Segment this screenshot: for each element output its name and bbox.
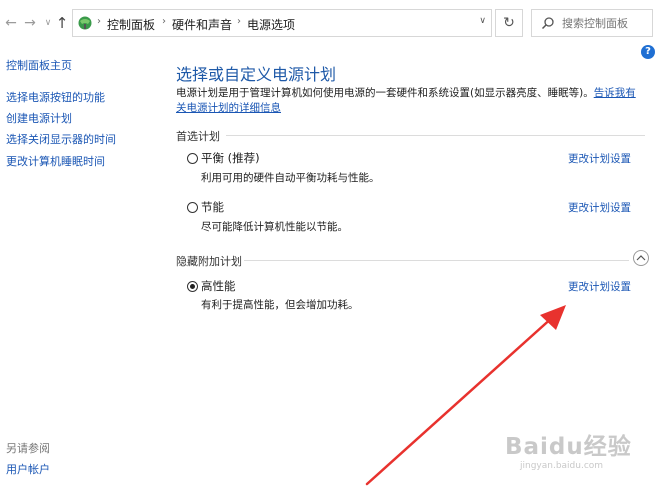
sidebar-item-sleep-time[interactable]: 更改计算机睡眠时间	[6, 153, 105, 169]
sidebar-item-control-panel-home[interactable]: 控制面板主页	[6, 57, 72, 73]
group-divider	[226, 135, 645, 136]
preferred-plans-label: 首选计划	[176, 130, 220, 143]
plan-name-balanced[interactable]: 平衡 (推荐)	[201, 150, 260, 166]
baidu-watermark: Baidu经验	[505, 434, 632, 460]
see-also-label: 另请参阅	[6, 442, 50, 455]
collapse-hidden-plans-button[interactable]	[633, 250, 649, 266]
refresh-icon: ↻	[503, 15, 515, 31]
plan-desc-high-performance: 有利于提高性能，但会增加功耗。	[201, 299, 359, 311]
address-toolbar: ← → ∨ ↑ › 控制面板 › 硬件和声音 › 电源选项 ∨ ↻	[0, 0, 657, 46]
search-box[interactable]	[531, 9, 653, 37]
back-arrow-icon[interactable]: ←	[3, 14, 19, 32]
baidu-watermark-url: jingyan.baidu.com	[520, 461, 604, 471]
change-plan-settings-power-saver[interactable]: 更改计划设置	[568, 200, 631, 215]
plan-desc-power-saver: 尽可能降低计算机性能以节能。	[201, 221, 348, 233]
plan-desc-balanced: 利用可用的硬件自动平衡功耗与性能。	[201, 172, 380, 184]
breadcrumb-hardware-sound[interactable]: 硬件和声音	[172, 16, 232, 33]
sidebar-item-display-off[interactable]: 选择关闭显示器的时间	[6, 131, 116, 147]
radio-balanced[interactable]	[187, 153, 198, 164]
hidden-plans-label: 隐藏附加计划	[176, 255, 242, 268]
group-divider	[244, 260, 629, 261]
breadcrumb-separator: ›	[97, 16, 101, 27]
refresh-button[interactable]: ↻	[495, 9, 523, 37]
plan-name-power-saver[interactable]: 节能	[201, 199, 224, 215]
breadcrumb-control-panel[interactable]: 控制面板	[107, 16, 155, 33]
chevron-up-icon	[636, 255, 646, 261]
help-icon[interactable]: ?	[641, 45, 655, 59]
radio-power-saver[interactable]	[187, 202, 198, 213]
plan-name-high-performance[interactable]: 高性能	[201, 278, 236, 294]
description-text: 电源计划是用于管理计算机如何使用电源的一套硬件和系统设置(如显示器亮度、睡眠等)…	[176, 87, 594, 99]
sidebar-item-create-plan[interactable]: 创建电源计划	[6, 110, 72, 126]
control-panel-icon	[78, 16, 92, 30]
change-plan-settings-high-performance[interactable]: 更改计划设置	[568, 279, 631, 294]
breadcrumb-separator: ›	[237, 16, 241, 27]
breadcrumb-power-options[interactable]: 电源选项	[247, 16, 295, 33]
sidebar-item-user-accounts[interactable]: 用户帐户	[6, 461, 50, 477]
page-title: 选择或自定义电源计划	[176, 65, 337, 84]
forward-arrow-icon[interactable]: →	[22, 14, 38, 32]
search-input[interactable]	[562, 14, 650, 32]
up-arrow-icon[interactable]: ↑	[54, 14, 70, 32]
radio-high-performance[interactable]	[187, 281, 198, 292]
change-plan-settings-balanced[interactable]: 更改计划设置	[568, 151, 631, 166]
search-icon	[541, 17, 554, 30]
chevron-down-icon[interactable]: ∨	[479, 16, 486, 26]
sidebar-item-power-buttons[interactable]: 选择电源按钮的功能	[6, 89, 105, 105]
breadcrumb-separator: ›	[162, 16, 166, 27]
page-description: 电源计划是用于管理计算机如何使用电源的一套硬件和系统设置(如显示器亮度、睡眠等)…	[176, 86, 646, 116]
address-bar[interactable]: › 控制面板 › 硬件和声音 › 电源选项 ∨	[72, 9, 492, 37]
